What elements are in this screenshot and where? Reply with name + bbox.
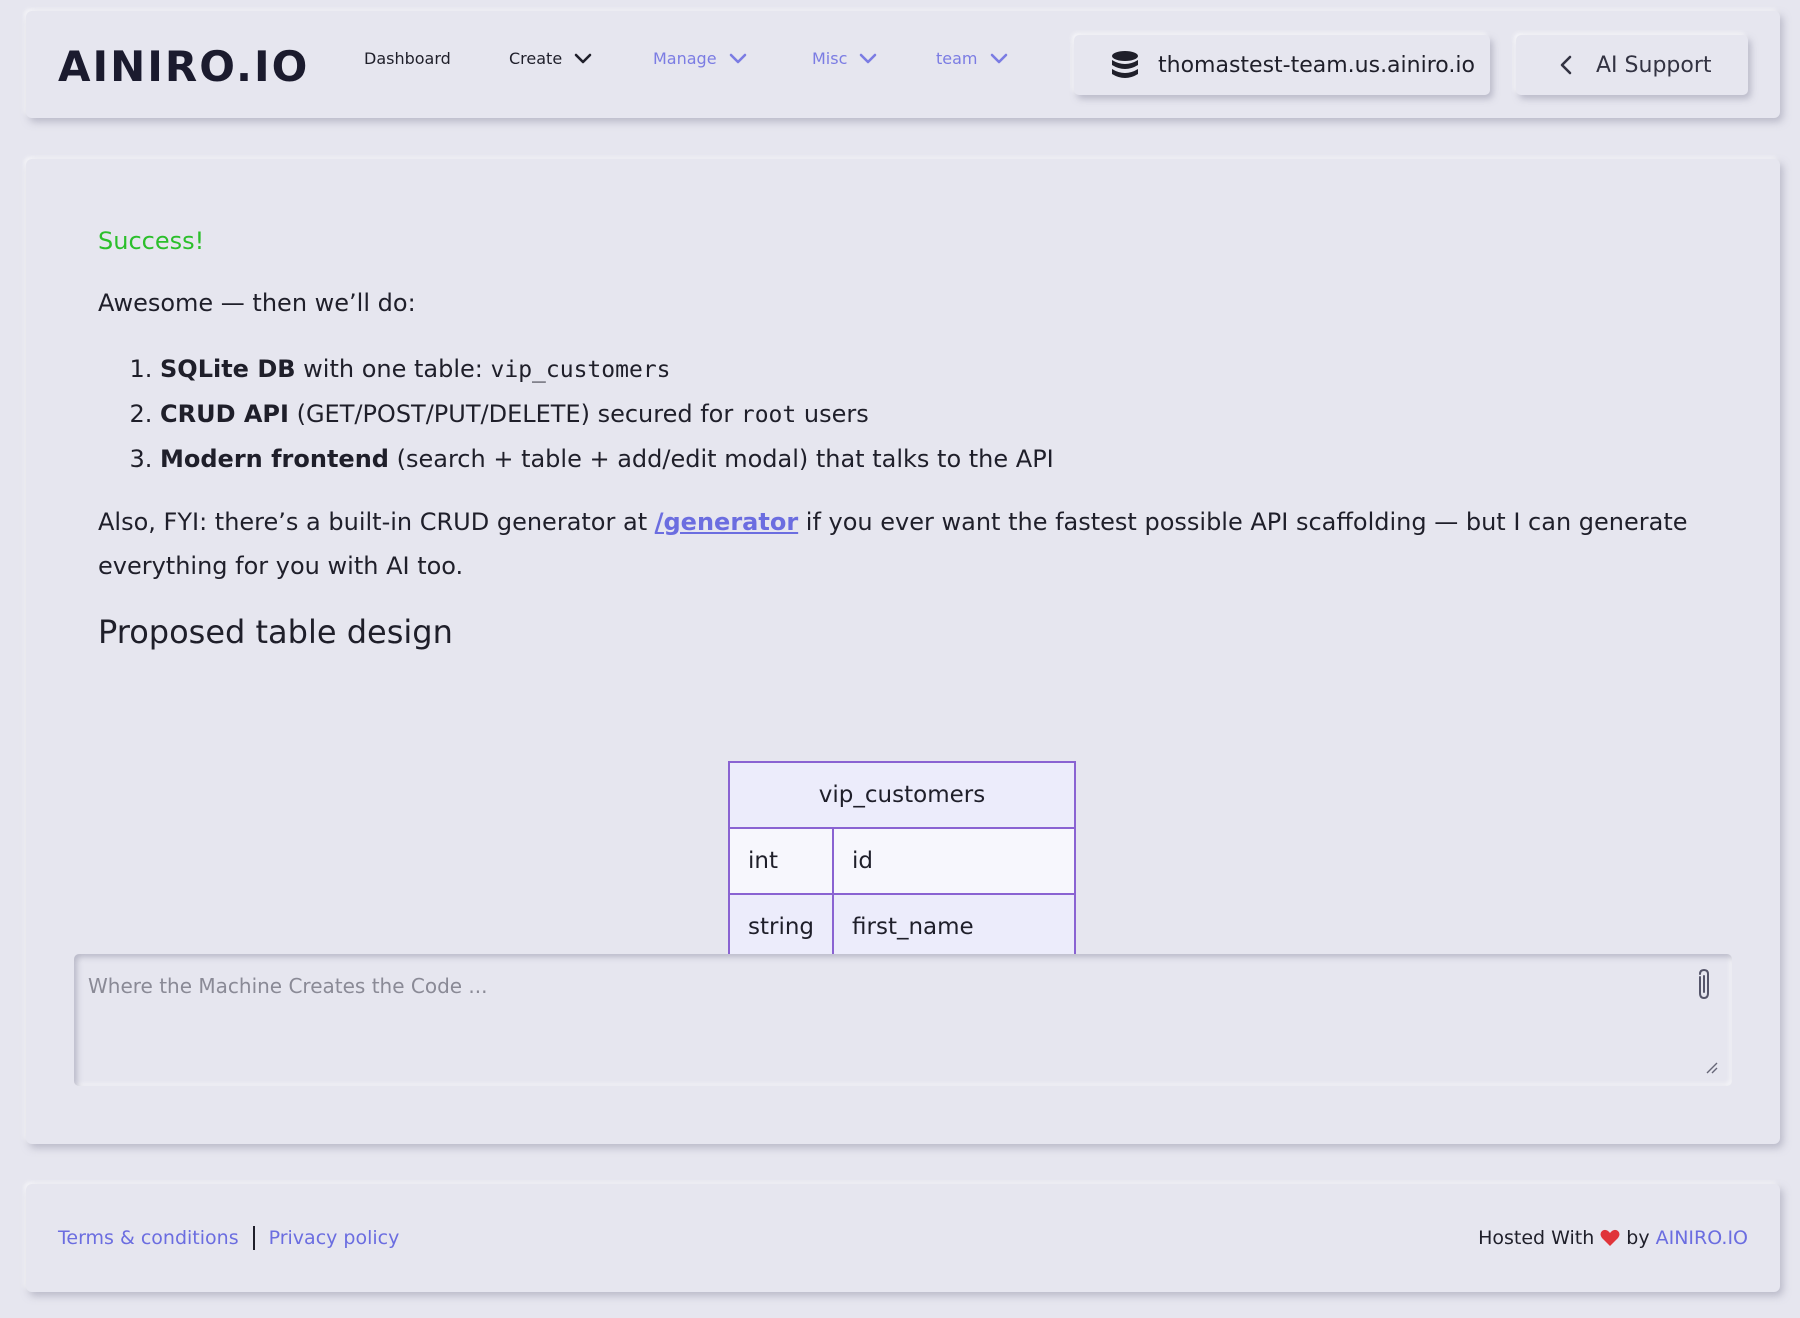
- svg-text:AINIRO.IO: AINIRO.IO: [58, 43, 309, 87]
- nav-create-label: Create: [509, 49, 563, 68]
- ainiro-logo[interactable]: AINIRO.IO: [58, 43, 326, 87]
- table-row: string first_name: [727, 893, 1076, 961]
- table-name: vip_customers: [728, 761, 1076, 829]
- terms-link[interactable]: Terms & conditions: [58, 1227, 239, 1249]
- column-type: string: [727, 893, 835, 961]
- logo-wordmark: AINIRO.IO: [58, 43, 309, 87]
- footer: Terms & conditions Privacy policy Hosted…: [26, 1184, 1780, 1292]
- resize-handle-icon[interactable]: [1706, 1062, 1718, 1074]
- nav-misc-label: Misc: [812, 49, 848, 68]
- chevron-down-icon: [860, 53, 877, 63]
- chat-message: Success! Awesome — then we’ll do: SQLite…: [98, 219, 1718, 1009]
- intro-text: Awesome — then we’ll do:: [98, 289, 416, 317]
- server-selector-button[interactable]: thomastest-team.us.ainiro.io: [1074, 35, 1490, 95]
- prompt-placeholder: Where the Machine Creates the Code ...: [88, 974, 488, 998]
- footer-divider: [252, 1226, 255, 1250]
- status-message: Success!: [98, 227, 205, 255]
- nav-team-label: team: [936, 49, 978, 68]
- column-type: int: [727, 827, 835, 895]
- column-name: id: [832, 827, 1076, 895]
- hosted-with-text: Hosted With: [1478, 1227, 1595, 1249]
- nav-manage-label: Manage: [653, 49, 717, 68]
- ai-support-button[interactable]: AI Support: [1516, 35, 1748, 95]
- list-item: Modern frontend (search + table + add/ed…: [160, 437, 1718, 482]
- privacy-link[interactable]: Privacy policy: [269, 1227, 400, 1249]
- database-icon: [1112, 51, 1138, 78]
- nav-dashboard[interactable]: Dashboard: [364, 49, 451, 68]
- server-name: thomastest-team.us.ainiro.io: [1158, 52, 1475, 78]
- list-item: SQLite DB with one table: vip_customers: [160, 347, 1718, 392]
- nav-misc[interactable]: Misc: [812, 49, 877, 68]
- ainiro-link[interactable]: AINIRO.IO: [1656, 1227, 1748, 1249]
- chat-panel: Success! Awesome — then we’ll do: SQLite…: [26, 159, 1780, 1144]
- section-title: Proposed table design: [98, 613, 453, 651]
- prompt-textarea[interactable]: Where the Machine Creates the Code ...: [74, 954, 1732, 1086]
- fyi-text: Also, FYI: there’s a built-in CRUD gener…: [98, 508, 1688, 580]
- ai-support-label: AI Support: [1596, 52, 1712, 78]
- top-navbar: AINIRO.IO Dashboard Create Manage Misc t…: [26, 11, 1780, 118]
- chevron-down-icon: [990, 53, 1007, 63]
- nav-dashboard-label: Dashboard: [364, 49, 451, 68]
- paperclip-icon[interactable]: [1692, 968, 1716, 1002]
- table-row: int id: [727, 827, 1076, 895]
- chevron-left-icon: [1560, 55, 1572, 75]
- hosted-by-text: by: [1626, 1227, 1650, 1249]
- nav-manage[interactable]: Manage: [653, 49, 747, 68]
- column-name: first_name: [832, 893, 1076, 961]
- chevron-down-icon: [574, 53, 592, 63]
- nav-create[interactable]: Create: [509, 49, 592, 68]
- generator-link[interactable]: /generator: [655, 508, 798, 536]
- chevron-down-icon: [729, 53, 746, 63]
- heart-icon: [1600, 1229, 1620, 1246]
- plan-list: SQLite DB with one table: vip_customers …: [98, 347, 1718, 482]
- list-item: CRUD API (GET/POST/PUT/DELETE) secured f…: [160, 392, 1718, 437]
- nav-team[interactable]: team: [936, 49, 1008, 68]
